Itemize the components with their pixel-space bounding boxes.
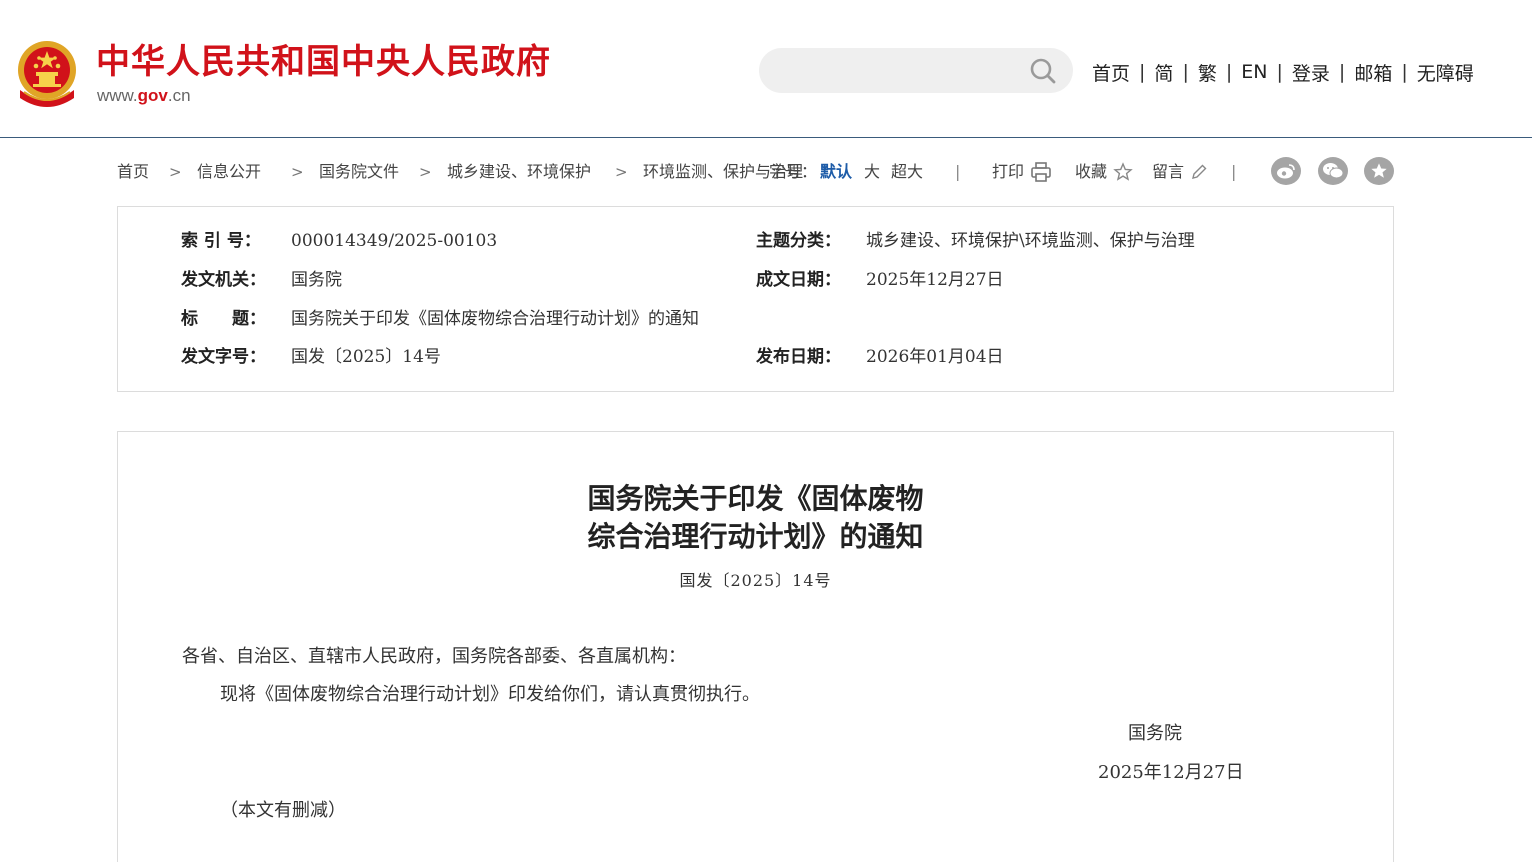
article-salutation: 各省、自治区、直辖市人民政府，国务院各部委、各直属机构： bbox=[182, 646, 686, 667]
site-domain: www.gov.cn bbox=[97, 86, 191, 106]
toolbar-separator: | bbox=[955, 162, 961, 181]
domain-suffix: .cn bbox=[167, 86, 191, 105]
toolbar-separator: | bbox=[1231, 162, 1237, 181]
nav-mailbox-link[interactable]: 邮箱 bbox=[1350, 59, 1396, 86]
breadcrumb-home[interactable]: 首页 bbox=[117, 158, 149, 186]
article-title: 国务院关于印发《固体废物 综合治理行动计划》的通知 bbox=[118, 480, 1393, 556]
comment-button[interactable]: 留言 bbox=[1152, 158, 1208, 186]
article-doc-number: 国发〔2025〕14号 bbox=[679, 571, 832, 590]
nav-separator: | bbox=[1338, 61, 1346, 83]
meta-publish-date-label: 发布日期： bbox=[756, 347, 841, 367]
article-date: 2025年12月27日 bbox=[1098, 762, 1244, 783]
header-divider bbox=[0, 137, 1532, 138]
article-note: （本文有删减） bbox=[220, 800, 346, 821]
breadcrumb-toolbar: 首页 > 信息公开 > 国务院文件 > 城乡建设、环境保护 > 环境监测、保护与… bbox=[117, 157, 1397, 186]
article-paragraph: 现将《固体废物综合治理行动计划》印发给你们，请认真贯彻执行。 bbox=[220, 684, 760, 705]
article-title-line-2: 综合治理行动计划》的通知 bbox=[587, 520, 924, 553]
printer-icon bbox=[1031, 162, 1051, 182]
favorite-label: 收藏 bbox=[1075, 162, 1108, 181]
article-title-line-1: 国务院关于印发《固体废物 bbox=[587, 482, 924, 515]
meta-category-label: 主题分类： bbox=[756, 231, 841, 251]
print-label: 打印 bbox=[992, 162, 1025, 181]
meta-issuer-label: 发文机关： bbox=[181, 270, 266, 290]
search-box bbox=[759, 48, 1073, 95]
meta-written-date-value: 2025年12月27日 bbox=[866, 270, 1004, 290]
nav-separator: | bbox=[1139, 61, 1146, 83]
print-button[interactable]: 打印 bbox=[992, 158, 1052, 186]
pencil-icon bbox=[1192, 164, 1207, 179]
nav-separator: | bbox=[1276, 61, 1283, 83]
font-size-xlarge[interactable]: 超大 bbox=[891, 158, 923, 186]
national-emblem-logo[interactable] bbox=[14, 38, 80, 110]
meta-issuer-value: 国务院 bbox=[291, 270, 342, 290]
nav-separator: | bbox=[1401, 61, 1408, 83]
chevron-right-icon: > bbox=[291, 163, 304, 181]
meta-publish-date: 发布日期： 2026年01月04日 bbox=[756, 345, 1004, 369]
nav-separator: | bbox=[1182, 61, 1189, 83]
article-signature: 国务院 bbox=[1128, 723, 1182, 744]
meta-title-value: 国务院关于印发《固体废物综合治理行动计划》的通知 bbox=[291, 309, 699, 329]
meta-index-value: 000014349/2025-00103 bbox=[291, 231, 498, 251]
nav-home-link[interactable]: 首页 bbox=[1088, 59, 1134, 86]
top-nav: 首页 | 简 | 繁 | EN | 登录 | 邮箱 | 无障碍 bbox=[1088, 58, 1478, 86]
weibo-share-button[interactable] bbox=[1271, 157, 1301, 185]
nav-simplified-link[interactable]: 简 bbox=[1150, 59, 1177, 86]
meta-doc-number: 发文字号： 国发〔2025〕14号 bbox=[181, 345, 441, 369]
meta-written-date: 成文日期： 2025年12月27日 bbox=[756, 268, 1004, 292]
meta-category: 主题分类： 城乡建设、环境保护\环境监测、保护与治理 bbox=[756, 229, 1195, 253]
meta-publish-date-value: 2026年01月04日 bbox=[866, 347, 1004, 367]
search-icon[interactable] bbox=[1029, 57, 1057, 85]
site-header: 中华人民共和国中央人民政府 www.gov.cn 首页 | 简 | 繁 | EN | 登… bbox=[0, 0, 1532, 138]
chevron-right-icon: > bbox=[615, 163, 628, 181]
breadcrumb-urban-rural-env[interactable]: 城乡建设、环境保护 bbox=[447, 158, 591, 186]
font-size-large[interactable]: 大 bbox=[864, 158, 880, 186]
font-size-default[interactable]: 默认 bbox=[820, 158, 852, 186]
article-body: 国务院关于印发《固体废物 综合治理行动计划》的通知 国发〔2025〕14号 各省… bbox=[117, 431, 1394, 862]
domain-main: gov bbox=[137, 86, 168, 105]
nav-accessibility-link[interactable]: 无障碍 bbox=[1413, 59, 1478, 86]
meta-doc-number-value: 国发〔2025〕14号 bbox=[291, 347, 441, 367]
breadcrumb-state-council-docs[interactable]: 国务院文件 bbox=[319, 158, 399, 186]
meta-index: 索 引 号： 000014349/2025-00103 bbox=[181, 229, 497, 253]
weibo-icon bbox=[1277, 164, 1295, 179]
meta-title-label: 标 题： bbox=[181, 309, 266, 329]
search-input[interactable] bbox=[777, 48, 1021, 95]
nav-traditional-link[interactable]: 繁 bbox=[1194, 59, 1221, 86]
wechat-share-button[interactable] bbox=[1318, 157, 1348, 185]
meta-category-value: 城乡建设、环境保护\环境监测、保护与治理 bbox=[866, 231, 1195, 251]
document-metadata-panel: 索 引 号： 000014349/2025-00103 主题分类： 城乡建设、环境保… bbox=[117, 206, 1394, 392]
meta-index-label: 索 引 号： bbox=[181, 231, 261, 251]
site-title[interactable]: 中华人民共和国中央人民政府 bbox=[96, 40, 551, 84]
favorite-star-icon bbox=[1371, 163, 1387, 178]
comment-label: 留言 bbox=[1152, 162, 1185, 181]
chevron-right-icon: > bbox=[169, 163, 182, 181]
breadcrumb-info-disclosure[interactable]: 信息公开 bbox=[197, 158, 261, 186]
meta-title: 标 题： 国务院关于印发《固体废物综合治理行动计划》的通知 bbox=[181, 307, 699, 331]
font-size-label: 字号： bbox=[769, 162, 818, 181]
favorite-button[interactable]: 收藏 bbox=[1075, 158, 1133, 186]
wechat-icon bbox=[1323, 163, 1344, 179]
domain-prefix: www. bbox=[97, 86, 138, 105]
nav-english-link[interactable]: EN bbox=[1237, 61, 1271, 83]
star-outline-icon bbox=[1113, 162, 1133, 181]
meta-doc-number-label: 发文字号： bbox=[181, 347, 266, 367]
meta-written-date-label: 成文日期： bbox=[756, 270, 841, 290]
chevron-right-icon: > bbox=[419, 163, 432, 181]
favorite-share-button[interactable] bbox=[1364, 157, 1394, 185]
nav-login-link[interactable]: 登录 bbox=[1288, 59, 1334, 86]
meta-issuer: 发文机关： 国务院 bbox=[181, 268, 342, 292]
nav-separator: | bbox=[1225, 61, 1233, 83]
